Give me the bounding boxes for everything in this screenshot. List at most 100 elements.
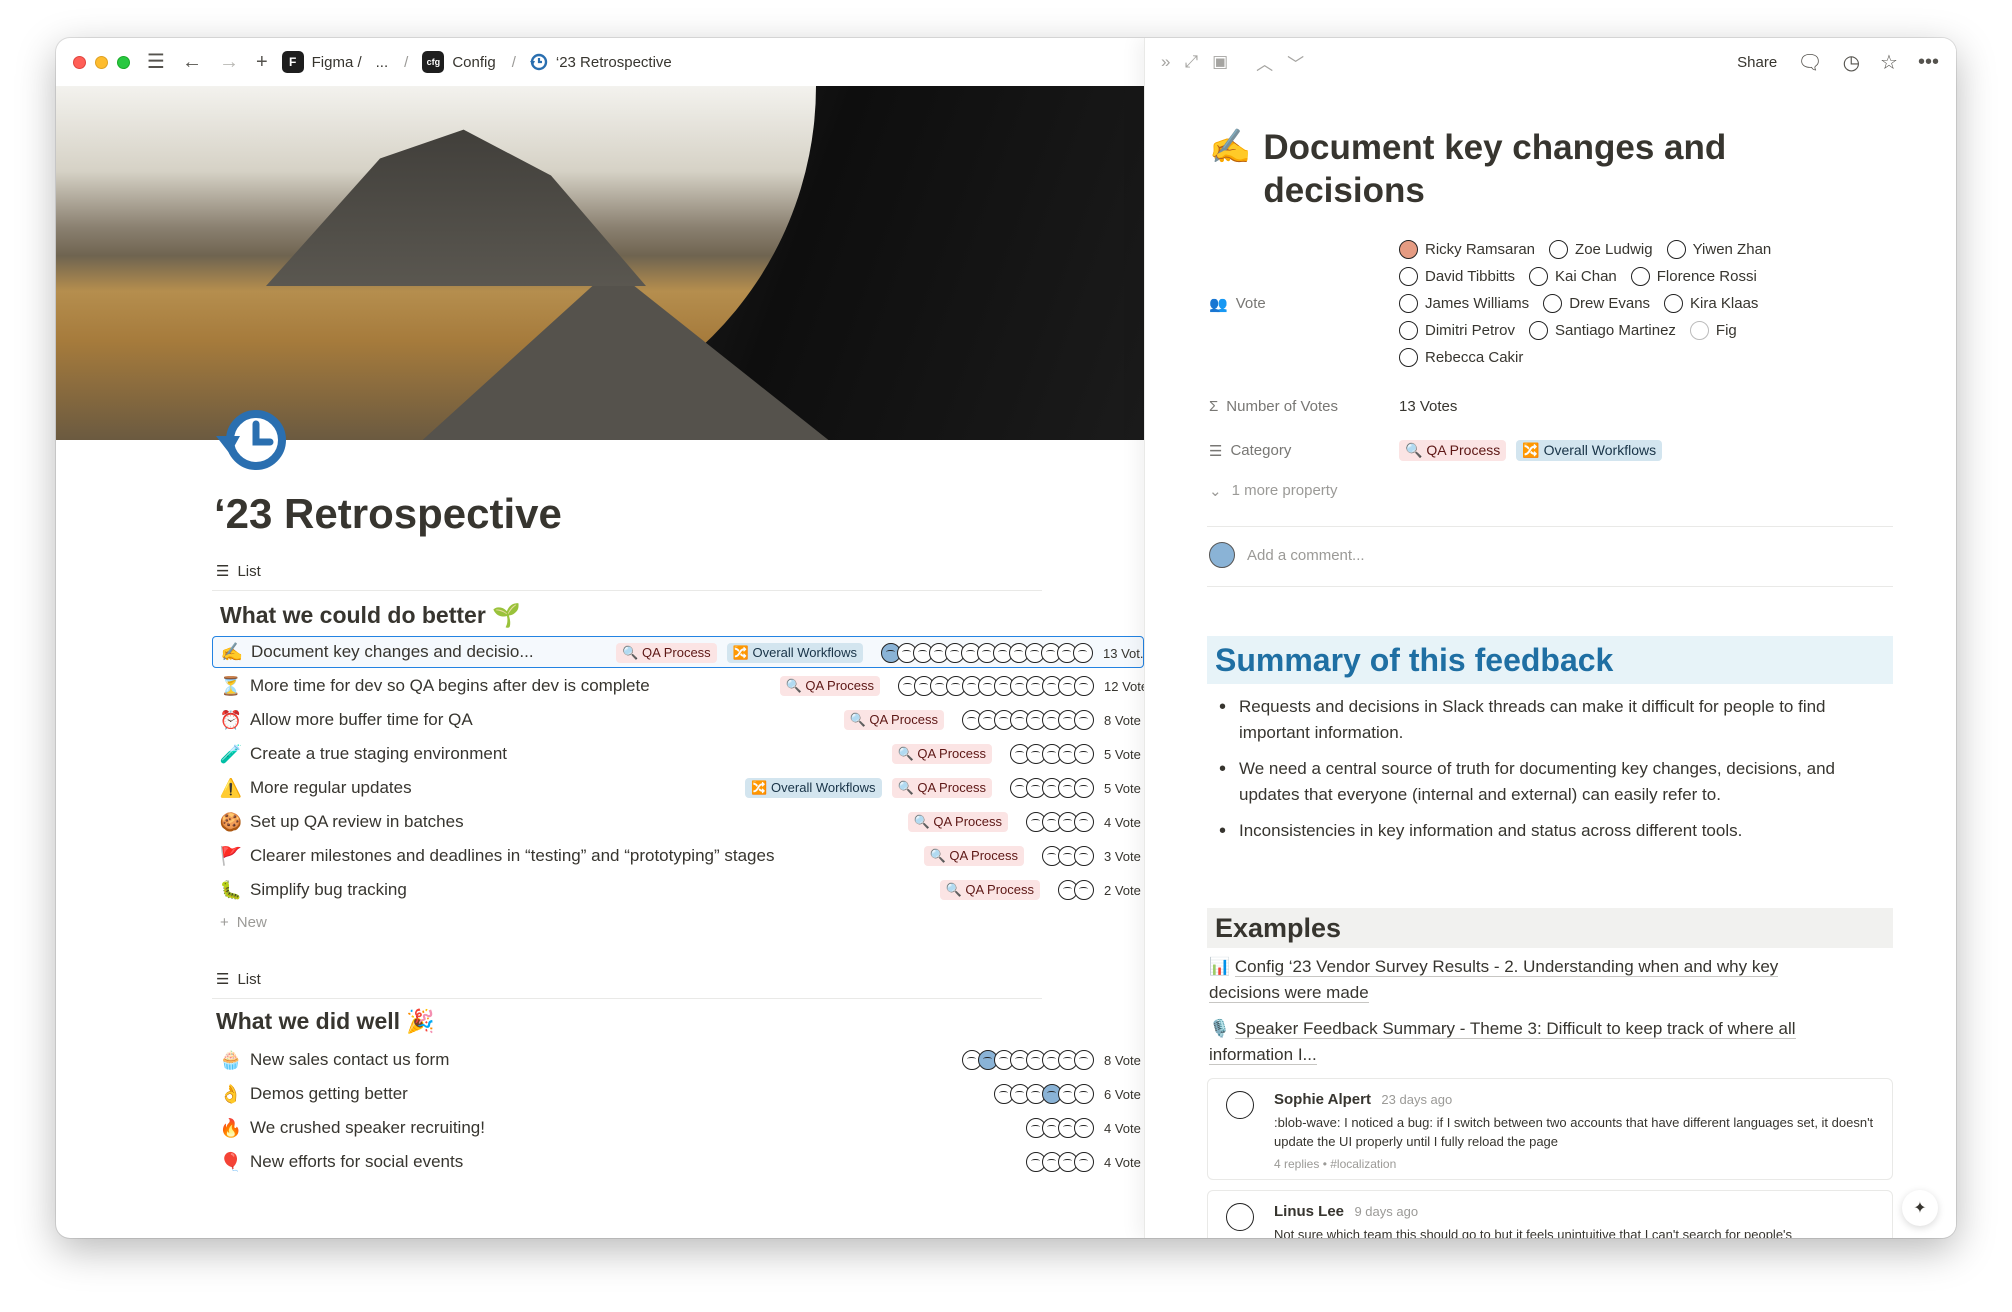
- voter-chip[interactable]: Santiago Martinez: [1529, 321, 1676, 340]
- tag-overall-workflows[interactable]: 🔀 Overall Workflows: [745, 778, 882, 798]
- table-row[interactable]: 🎈 New efforts for social events 4 Vote: [212, 1146, 1144, 1178]
- property-label[interactable]: ☰ Category: [1209, 440, 1399, 461]
- voter-chip[interactable]: Yiwen Zhan: [1666, 240, 1771, 259]
- voter-list[interactable]: Ricky Ramsaran Zoe Ludwig Yiwen Zhan Dav…: [1399, 240, 1819, 367]
- sidebar-menu-icon[interactable]: ☰: [147, 52, 165, 72]
- example-link-text[interactable]: Config ‘23 Vendor Survey Results - 2. Un…: [1209, 957, 1779, 1003]
- share-button[interactable]: Share: [1737, 54, 1777, 71]
- voter-chip[interactable]: Dimitri Petrov: [1399, 321, 1515, 340]
- row-title[interactable]: Clearer milestones and deadlines in “tes…: [250, 846, 774, 866]
- row-title[interactable]: Demos getting better: [250, 1084, 408, 1104]
- row-title[interactable]: New efforts for social events: [250, 1152, 463, 1172]
- forward-arrow-icon[interactable]: →: [219, 52, 239, 72]
- breadcrumb-item-figma[interactable]: Figma /: [312, 54, 362, 71]
- table-row[interactable]: 🚩 Clearer milestones and deadlines in “t…: [212, 840, 1144, 872]
- voter-chip[interactable]: Kai Chan: [1529, 267, 1617, 286]
- table-row[interactable]: 🔥 We crushed speaker recruiting! 4 Vote: [212, 1112, 1144, 1144]
- table-row[interactable]: 👌 Demos getting better 6 Vote: [212, 1078, 1144, 1110]
- tag-qa-process[interactable]: 🔍 QA Process: [843, 710, 944, 730]
- voter-avatars[interactable]: [898, 676, 1094, 696]
- summary-point[interactable]: We need a central source of truth for do…: [1219, 756, 1885, 808]
- table-row[interactable]: 🧪 Create a true staging environment 🔍 QA…: [212, 738, 1144, 770]
- voter-avatars[interactable]: [1010, 778, 1094, 798]
- zoom-window-button[interactable]: [117, 55, 130, 69]
- star-icon[interactable]: ☆: [1880, 50, 1898, 75]
- slack-thread-card[interactable]: Linus Lee 9 days ago Not sure which team…: [1207, 1190, 1893, 1238]
- add-comment-input[interactable]: Add a comment...: [1247, 547, 1365, 564]
- voter-chip[interactable]: Fig: [1689, 321, 1737, 340]
- close-peek-icon[interactable]: »: [1161, 52, 1170, 72]
- example-link[interactable]: 🎙️ Speaker Feedback Summary - Theme 3: D…: [1209, 1016, 1849, 1068]
- voter-avatars[interactable]: [1058, 880, 1094, 900]
- row-title[interactable]: New sales contact us form: [250, 1050, 449, 1070]
- voter-chip[interactable]: Rebecca Cakir: [1399, 348, 1523, 367]
- voter-avatars[interactable]: [1026, 1152, 1094, 1172]
- close-window-button[interactable]: [73, 55, 86, 69]
- voter-chip[interactable]: Florence Rossi: [1630, 267, 1757, 286]
- summary-point[interactable]: Inconsistencies in key information and s…: [1219, 818, 1885, 844]
- row-title[interactable]: Set up QA review in batches: [250, 812, 464, 832]
- summary-heading[interactable]: Summary of this feedback: [1207, 636, 1893, 684]
- voter-avatars[interactable]: [881, 643, 1093, 663]
- panel-mode-icon[interactable]: ▣: [1212, 52, 1228, 72]
- breadcrumb-item-ellipsis[interactable]: ...: [376, 54, 389, 71]
- minimize-window-button[interactable]: [95, 55, 108, 69]
- view-tab-list[interactable]: ☰ List: [216, 562, 261, 581]
- thread-meta[interactable]: 4 replies • #localization: [1274, 1157, 1876, 1171]
- row-title[interactable]: Simplify bug tracking: [250, 880, 407, 900]
- voter-chip[interactable]: Ricky Ramsaran: [1399, 240, 1535, 259]
- table-row[interactable]: ✍️ Document key changes and decisio... 🔍…: [212, 636, 1144, 668]
- voter-avatars[interactable]: [962, 1050, 1094, 1070]
- voter-avatars[interactable]: [962, 710, 1094, 730]
- history-clock-icon[interactable]: ◷: [1843, 50, 1860, 75]
- tag-qa-process[interactable]: 🔍 QA Process: [907, 812, 1008, 832]
- voter-chip[interactable]: Drew Evans: [1543, 294, 1650, 313]
- page-title[interactable]: ‘23 Retrospective: [214, 490, 562, 538]
- row-title[interactable]: More regular updates: [250, 778, 412, 798]
- tag-qa-process[interactable]: 🔍 QA Process: [891, 778, 992, 798]
- property-label[interactable]: 👥 Vote: [1209, 240, 1399, 367]
- property-label[interactable]: Σ Number of Votes: [1209, 398, 1399, 415]
- row-title[interactable]: Create a true staging environment: [250, 744, 507, 764]
- back-arrow-icon[interactable]: ←: [182, 52, 202, 72]
- add-comment-row[interactable]: Add a comment...: [1209, 542, 1365, 568]
- tag-qa-process[interactable]: 🔍 QA Process: [939, 880, 1040, 900]
- num-votes-value[interactable]: 13 Votes: [1399, 398, 1457, 415]
- new-page-plus-icon[interactable]: +: [256, 52, 268, 72]
- voter-avatars[interactable]: [1042, 846, 1094, 866]
- example-link[interactable]: 📊 Config ‘23 Vendor Survey Results - 2. …: [1209, 954, 1849, 1006]
- row-title[interactable]: We crushed speaker recruiting!: [250, 1118, 485, 1138]
- row-title[interactable]: Allow more buffer time for QA: [250, 710, 473, 730]
- ai-sparkle-button[interactable]: ✦: [1902, 1190, 1938, 1226]
- table-row[interactable]: 🐛 Simplify bug tracking 🔍 QA Process 2 V…: [212, 874, 1144, 906]
- table-row[interactable]: ⏳ More time for dev so QA begins after d…: [212, 670, 1144, 702]
- example-link-text[interactable]: Speaker Feedback Summary - Theme 3: Diff…: [1209, 1019, 1796, 1065]
- more-options-icon[interactable]: •••: [1918, 51, 1939, 74]
- examples-heading[interactable]: Examples: [1207, 908, 1893, 948]
- doc-title[interactable]: ✍️ Document key changes and decisions: [1209, 126, 1809, 212]
- summary-point[interactable]: Requests and decisions in Slack threads …: [1219, 694, 1885, 746]
- doc-title-text[interactable]: Document key changes and decisions: [1263, 126, 1809, 212]
- table-row[interactable]: ⚠️ More regular updates 🔀 Overall Workfl…: [212, 772, 1144, 804]
- group-title-did-well[interactable]: What we did well 🎉: [216, 1008, 435, 1035]
- chevron-up-icon[interactable]: ︿: [1256, 50, 1273, 75]
- tag-qa-process[interactable]: 🔍 QA Process: [1399, 440, 1507, 461]
- voter-chip[interactable]: David Tibbitts: [1399, 267, 1515, 286]
- table-row[interactable]: 🧁 New sales contact us form 8 Vote: [212, 1044, 1144, 1076]
- expand-icon[interactable]: ⤢: [1184, 52, 1198, 72]
- view-tab-list[interactable]: ☰ List: [216, 970, 261, 989]
- tag-qa-process[interactable]: 🔍 QA Process: [891, 744, 992, 764]
- voter-avatars[interactable]: [1010, 744, 1094, 764]
- tag-qa-process[interactable]: 🔍 QA Process: [616, 643, 717, 663]
- tag-overall-workflows[interactable]: 🔀 Overall Workflows: [1516, 440, 1663, 461]
- slack-thread-card[interactable]: Sophie Alpert 23 days ago :blob-wave: I …: [1207, 1078, 1893, 1180]
- group-title-do-better[interactable]: What we could do better 🌱: [220, 602, 521, 629]
- new-row-button[interactable]: + New: [220, 914, 267, 931]
- comment-icon[interactable]: 🗨: [1797, 50, 1822, 75]
- category-values[interactable]: 🔍 QA Process 🔀 Overall Workflows: [1399, 440, 1663, 461]
- tag-qa-process[interactable]: 🔍 QA Process: [923, 846, 1024, 866]
- voter-avatars[interactable]: [994, 1084, 1094, 1104]
- voter-avatars[interactable]: [1026, 812, 1094, 832]
- row-title[interactable]: More time for dev so QA begins after dev…: [250, 676, 650, 696]
- voter-chip[interactable]: Zoe Ludwig: [1549, 240, 1653, 259]
